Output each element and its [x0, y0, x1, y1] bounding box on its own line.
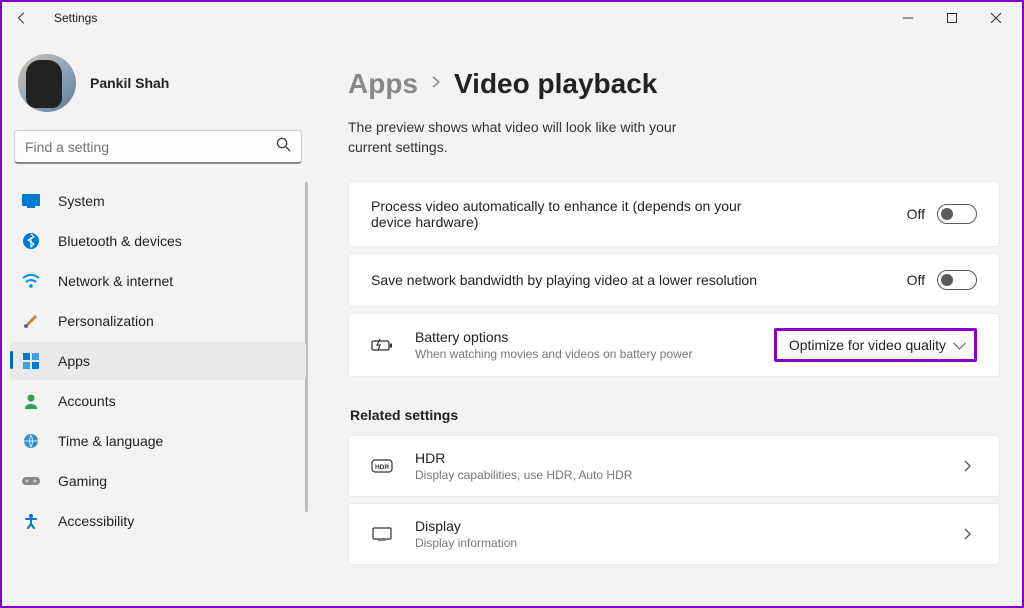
accessibility-icon: [22, 512, 40, 530]
sidebar-item-personalization[interactable]: Personalization: [10, 302, 306, 340]
toggle-state: Off: [907, 206, 925, 222]
breadcrumb-parent[interactable]: Apps: [348, 68, 418, 100]
setting-card-battery: Battery options When watching movies and…: [348, 313, 1000, 377]
person-icon: [22, 392, 40, 410]
related-subtitle: Display information: [415, 536, 935, 550]
sidebar-item-time[interactable]: Time & language: [10, 422, 306, 460]
nav-list: System Bluetooth & devices Network & int…: [10, 182, 306, 540]
page-subtitle: The preview shows what video will look l…: [348, 118, 708, 157]
maximize-button[interactable]: [930, 2, 974, 34]
brush-icon: [22, 312, 40, 330]
search-input[interactable]: [14, 130, 302, 164]
arrow-left-icon: [15, 11, 29, 25]
close-button[interactable]: [974, 2, 1018, 34]
sidebar-item-label: Personalization: [58, 313, 154, 329]
related-card-hdr[interactable]: HDR HDR Display capabilities, use HDR, A…: [348, 435, 1000, 497]
toggle-enhance[interactable]: [937, 204, 977, 224]
title-bar: Settings: [2, 2, 1022, 34]
sidebar-item-system[interactable]: System: [10, 182, 306, 220]
search-icon: [276, 137, 291, 157]
window-title: Settings: [54, 11, 97, 25]
setting-title: Battery options: [415, 329, 752, 345]
related-heading: Related settings: [350, 407, 1000, 423]
sidebar-item-label: Gaming: [58, 473, 107, 489]
breadcrumb: Apps Video playback: [348, 68, 1000, 100]
sidebar-item-accessibility[interactable]: Accessibility: [10, 502, 306, 540]
wifi-icon: [22, 272, 40, 290]
profile-block[interactable]: Pankil Shah: [10, 42, 306, 130]
related-card-display[interactable]: Display Display information: [348, 503, 1000, 565]
minimize-icon: [903, 13, 913, 23]
gamepad-icon: [22, 472, 40, 490]
setting-title: Save network bandwidth by playing video …: [371, 272, 907, 288]
sidebar-item-label: Accessibility: [58, 513, 134, 529]
chevron-right-icon: [957, 459, 977, 473]
sidebar-item-apps[interactable]: Apps: [10, 342, 306, 380]
display-icon: [371, 527, 393, 541]
battery-options-dropdown[interactable]: Optimize for video quality: [774, 328, 977, 362]
related-title: Display: [415, 518, 935, 534]
setting-card-bandwidth: Save network bandwidth by playing video …: [348, 253, 1000, 307]
avatar: [18, 54, 76, 112]
chevron-right-icon: [430, 75, 442, 93]
sidebar-item-label: Bluetooth & devices: [58, 233, 182, 249]
search-field[interactable]: [25, 139, 276, 155]
toggle-bandwidth[interactable]: [937, 270, 977, 290]
system-icon: [22, 192, 40, 210]
sidebar-item-gaming[interactable]: Gaming: [10, 462, 306, 500]
setting-card-enhance: Process video automatically to enhance i…: [348, 181, 1000, 247]
sidebar-item-label: Apps: [58, 353, 90, 369]
sidebar-item-label: Network & internet: [58, 273, 173, 289]
sidebar-item-label: Accounts: [58, 393, 116, 409]
sidebar-item-label: System: [58, 193, 105, 209]
setting-subtitle: When watching movies and videos on batte…: [415, 347, 752, 361]
svg-text:HDR: HDR: [375, 464, 389, 471]
related-subtitle: Display capabilities, use HDR, Auto HDR: [415, 468, 935, 482]
toggle-state: Off: [907, 272, 925, 288]
sidebar: Pankil Shah System Bluetooth & devices: [2, 34, 312, 606]
related-title: HDR: [415, 450, 935, 466]
battery-icon: [371, 338, 393, 352]
sidebar-item-label: Time & language: [58, 433, 163, 449]
hdr-icon: HDR: [371, 459, 393, 473]
sidebar-item-network[interactable]: Network & internet: [10, 262, 306, 300]
apps-icon: [22, 352, 40, 370]
sidebar-item-bluetooth[interactable]: Bluetooth & devices: [10, 222, 306, 260]
bluetooth-icon: [22, 232, 40, 250]
minimize-button[interactable]: [886, 2, 930, 34]
maximize-icon: [947, 13, 957, 23]
chevron-right-icon: [957, 527, 977, 541]
clock-globe-icon: [22, 432, 40, 450]
close-icon: [991, 13, 1001, 23]
profile-name: Pankil Shah: [90, 75, 169, 91]
setting-title: Process video automatically to enhance i…: [371, 198, 771, 230]
sidebar-item-accounts[interactable]: Accounts: [10, 382, 306, 420]
back-button[interactable]: [6, 2, 38, 34]
main-content: Apps Video playback The preview shows wh…: [312, 34, 1022, 606]
page-title: Video playback: [454, 68, 657, 100]
